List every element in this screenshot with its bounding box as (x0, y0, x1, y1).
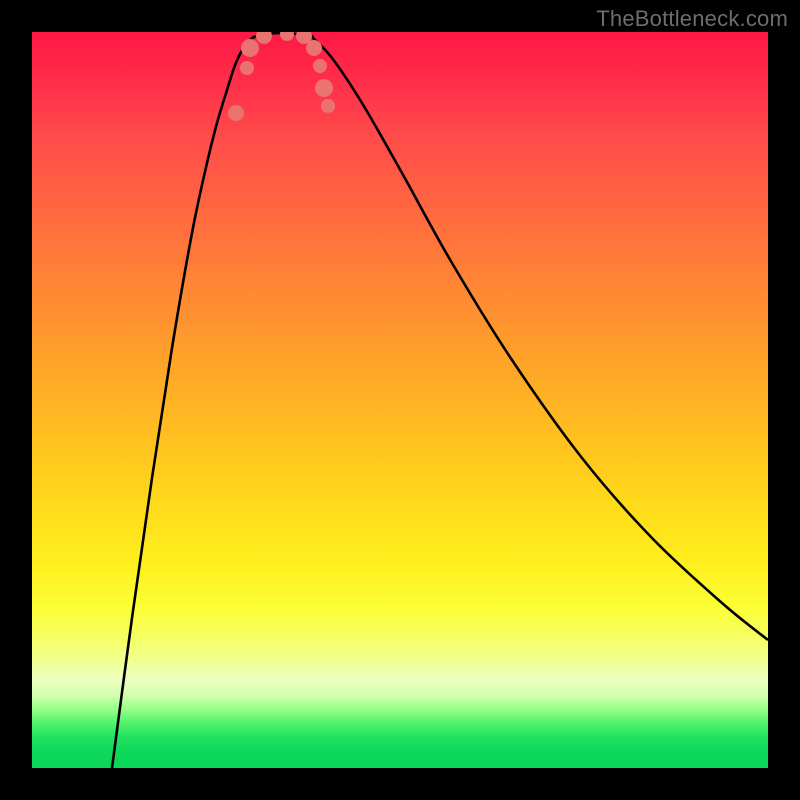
data-marker (280, 32, 294, 41)
watermark-text: TheBottleneck.com (596, 6, 788, 32)
data-marker (256, 32, 272, 44)
plot-area (32, 32, 768, 768)
data-marker (228, 105, 244, 121)
chart-frame: TheBottleneck.com (0, 0, 800, 800)
data-marker (306, 40, 322, 56)
data-marker (241, 39, 259, 57)
bottleneck-curve (32, 32, 768, 768)
curve-path (112, 33, 768, 768)
data-marker (321, 99, 335, 113)
data-marker (240, 61, 254, 75)
data-marker (315, 79, 333, 97)
data-marker (313, 59, 327, 73)
